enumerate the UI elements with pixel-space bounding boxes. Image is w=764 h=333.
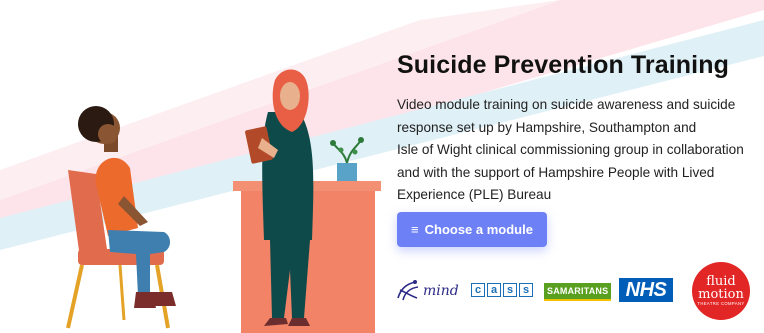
page-title: Suicide Prevention Training (397, 51, 729, 79)
description-line: Experience (PLE) Bureau (397, 187, 552, 202)
cass-letter: a (487, 283, 501, 297)
mind-figure-icon (397, 280, 419, 301)
nhs-logo-text: NHS (625, 278, 667, 301)
description-line: Isle of Wight clinical commissioning gro… (397, 142, 744, 157)
samaritans-logo-text: SAMARITANS (547, 286, 609, 296)
description-line: response set up by Hampshire, Southampto… (397, 119, 697, 135)
cass-letter: c (471, 283, 485, 297)
description-line: Video module training on suicide awarene… (397, 97, 736, 112)
fluid-motion-line3: THEATRE COMPANY (697, 300, 745, 306)
hero-content: Suicide Prevention Training Video module… (397, 48, 747, 207)
hero-description: Video module training on suicide awarene… (397, 94, 747, 207)
mind-logo: mind (395, 278, 459, 304)
potted-plant (330, 137, 364, 181)
cass-letter: s (519, 283, 533, 297)
counselling-illustration (66, 69, 381, 333)
fluid-motion-line2: motion (698, 286, 744, 302)
choose-module-label: Choose a module (424, 222, 533, 237)
hero-banner: Suicide Prevention Training Video module… (0, 0, 764, 333)
nhs-logo: NHS (619, 278, 673, 302)
mind-logo-text: mind (423, 283, 459, 299)
fluid-motion-logo: fluid motion THEATRE COMPANY (692, 262, 750, 320)
fluid-motion-line1: fluid (706, 273, 736, 289)
samaritans-logo: SAMARITANS (544, 283, 612, 301)
cass-logo: c a s s (471, 283, 533, 297)
choose-module-button[interactable]: ≡ Choose a module (397, 212, 547, 247)
description-line: and with the support of Hampshire People… (397, 164, 715, 180)
partner-logos: mind c a s s SAMARITANS NHS fluid motion… (395, 262, 755, 322)
menu-icon: ≡ (411, 222, 419, 237)
cass-letter: s (503, 283, 517, 297)
